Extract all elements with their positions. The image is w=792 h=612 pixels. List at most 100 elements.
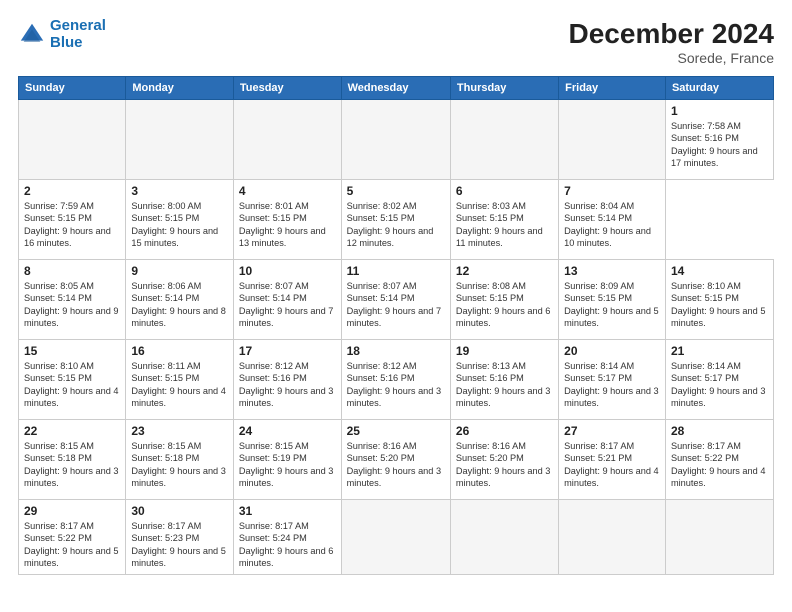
- calendar-cell: 2Sunrise: 7:59 AMSunset: 5:15 PMDaylight…: [19, 180, 126, 260]
- day-info: Sunrise: 8:17 AMSunset: 5:21 PMDaylight:…: [564, 440, 660, 490]
- day-info: Sunrise: 8:15 AMSunset: 5:18 PMDaylight:…: [24, 440, 120, 490]
- calendar-cell: 30 Sunrise: 8:17 AMSunset: 5:23 PMDayligh…: [126, 500, 234, 575]
- day-info: Sunrise: 8:11 AMSunset: 5:15 PMDaylight:…: [131, 360, 228, 410]
- calendar-cell: 20Sunrise: 8:14 AMSunset: 5:17 PMDayligh…: [559, 340, 666, 420]
- day-info: Sunrise: 8:17 AMSunset: 5:23 PMDaylight:…: [131, 520, 228, 570]
- calendar: Sunday Monday Tuesday Wednesday Thursday…: [18, 76, 774, 575]
- calendar-cell: 10 Sunrise: 8:07 AMSunset: 5:14 PMDayligh…: [233, 260, 341, 340]
- calendar-cell: 4 Sunrise: 8:01 AMSunset: 5:15 PMDaylight…: [233, 180, 341, 260]
- day-number: 11: [347, 264, 445, 278]
- calendar-cell: 6 Sunrise: 8:03 AMSunset: 5:15 PMDaylight…: [450, 180, 558, 260]
- calendar-cell: 25 Sunrise: 8:16 AMSunset: 5:20 PMDayligh…: [341, 420, 450, 500]
- day-info: Sunrise: 8:17 AMSunset: 5:22 PMDaylight:…: [671, 440, 768, 490]
- day-info: Sunrise: 8:16 AMSunset: 5:20 PMDaylight:…: [456, 440, 553, 490]
- calendar-cell: [126, 100, 234, 180]
- calendar-cell: 23 Sunrise: 8:15 AMSunset: 5:18 PMDayligh…: [126, 420, 234, 500]
- day-info: Sunrise: 8:07 AMSunset: 5:14 PMDaylight:…: [347, 280, 445, 330]
- calendar-cell: 29 Sunrise: 8:17 AMSunset: 5:22 PMDayligh…: [19, 500, 126, 575]
- calendar-cell: 1 Sunrise: 7:58 AMSunset: 5:16 PMDaylight…: [665, 100, 773, 180]
- day-number: 21: [671, 344, 768, 358]
- calendar-week-0: 1 Sunrise: 7:58 AMSunset: 5:16 PMDaylight…: [19, 100, 774, 180]
- calendar-week-4: 22Sunrise: 8:15 AMSunset: 5:18 PMDayligh…: [19, 420, 774, 500]
- day-info: Sunrise: 8:07 AMSunset: 5:14 PMDaylight:…: [239, 280, 336, 330]
- day-number: 16: [131, 344, 228, 358]
- day-info: Sunrise: 8:12 AMSunset: 5:16 PMDaylight:…: [347, 360, 445, 410]
- day-number: 4: [239, 184, 336, 198]
- day-info: Sunrise: 8:15 AMSunset: 5:19 PMDaylight:…: [239, 440, 336, 490]
- calendar-cell: [341, 500, 450, 575]
- calendar-cell: 12 Sunrise: 8:08 AMSunset: 5:15 PMDayligh…: [450, 260, 558, 340]
- logo: General Blue: [18, 18, 106, 51]
- day-number: 3: [131, 184, 228, 198]
- day-number: 30: [131, 504, 228, 518]
- calendar-cell: 13Sunrise: 8:09 AMSunset: 5:15 PMDayligh…: [559, 260, 666, 340]
- day-number: 29: [24, 504, 120, 518]
- day-info: Sunrise: 8:12 AMSunset: 5:16 PMDaylight:…: [239, 360, 336, 410]
- col-wednesday: Wednesday: [341, 77, 450, 100]
- calendar-week-5: 29 Sunrise: 8:17 AMSunset: 5:22 PMDayligh…: [19, 500, 774, 575]
- day-number: 9: [131, 264, 228, 278]
- calendar-cell: [559, 100, 666, 180]
- day-number: 31: [239, 504, 336, 518]
- day-info: Sunrise: 8:16 AMSunset: 5:20 PMDaylight:…: [347, 440, 445, 490]
- day-number: 10: [239, 264, 336, 278]
- location: Sorede, France: [569, 50, 774, 66]
- day-info: Sunrise: 8:15 AMSunset: 5:18 PMDaylight:…: [131, 440, 228, 490]
- calendar-cell: [559, 500, 666, 575]
- col-thursday: Thursday: [450, 77, 558, 100]
- calendar-cell: 17Sunrise: 8:12 AMSunset: 5:16 PMDayligh…: [233, 340, 341, 420]
- logo-icon: [18, 21, 46, 49]
- day-number: 27: [564, 424, 660, 438]
- day-info: Sunrise: 8:03 AMSunset: 5:15 PMDaylight:…: [456, 200, 553, 250]
- logo-text: General Blue: [50, 18, 106, 51]
- day-info: Sunrise: 8:00 AMSunset: 5:15 PMDaylight:…: [131, 200, 228, 250]
- calendar-cell: 27 Sunrise: 8:17 AMSunset: 5:21 PMDayligh…: [559, 420, 666, 500]
- day-info: Sunrise: 8:09 AMSunset: 5:15 PMDaylight:…: [564, 280, 660, 330]
- day-info: Sunrise: 8:06 AMSunset: 5:14 PMDaylight:…: [131, 280, 228, 330]
- calendar-cell: 14 Sunrise: 8:10 AMSunset: 5:15 PMDayligh…: [665, 260, 773, 340]
- day-info: Sunrise: 8:01 AMSunset: 5:15 PMDaylight:…: [239, 200, 336, 250]
- day-info: Sunrise: 7:59 AMSunset: 5:15 PMDaylight:…: [24, 200, 120, 250]
- day-info: Sunrise: 7:58 AMSunset: 5:16 PMDaylight:…: [671, 120, 768, 170]
- day-info: Sunrise: 8:10 AMSunset: 5:15 PMDaylight:…: [671, 280, 768, 330]
- calendar-cell: 28 Sunrise: 8:17 AMSunset: 5:22 PMDayligh…: [665, 420, 773, 500]
- day-info: Sunrise: 8:02 AMSunset: 5:15 PMDaylight:…: [347, 200, 445, 250]
- calendar-cell: [341, 100, 450, 180]
- col-saturday: Saturday: [665, 77, 773, 100]
- calendar-cell: 18Sunrise: 8:12 AMSunset: 5:16 PMDayligh…: [341, 340, 450, 420]
- day-number: 12: [456, 264, 553, 278]
- day-number: 6: [456, 184, 553, 198]
- day-info: Sunrise: 8:14 AMSunset: 5:17 PMDaylight:…: [564, 360, 660, 410]
- calendar-week-2: 8 Sunrise: 8:05 AMSunset: 5:14 PMDaylight…: [19, 260, 774, 340]
- calendar-cell: 9 Sunrise: 8:06 AMSunset: 5:14 PMDaylight…: [126, 260, 234, 340]
- title-block: December 2024 Sorede, France: [569, 18, 774, 66]
- day-number: 14: [671, 264, 768, 278]
- calendar-cell: [450, 100, 558, 180]
- page: General Blue December 2024 Sorede, Franc…: [0, 0, 792, 612]
- day-info: Sunrise: 8:14 AMSunset: 5:17 PMDaylight:…: [671, 360, 768, 410]
- col-sunday: Sunday: [19, 77, 126, 100]
- calendar-cell: 24Sunrise: 8:15 AMSunset: 5:19 PMDayligh…: [233, 420, 341, 500]
- calendar-header-row: Sunday Monday Tuesday Wednesday Thursday…: [19, 77, 774, 100]
- col-friday: Friday: [559, 77, 666, 100]
- day-info: Sunrise: 8:17 AMSunset: 5:24 PMDaylight:…: [239, 520, 336, 570]
- calendar-cell: 3 Sunrise: 8:00 AMSunset: 5:15 PMDaylight…: [126, 180, 234, 260]
- calendar-cell: 15Sunrise: 8:10 AMSunset: 5:15 PMDayligh…: [19, 340, 126, 420]
- day-number: 28: [671, 424, 768, 438]
- day-info: Sunrise: 8:05 AMSunset: 5:14 PMDaylight:…: [24, 280, 120, 330]
- day-info: Sunrise: 8:17 AMSunset: 5:22 PMDaylight:…: [24, 520, 120, 570]
- calendar-cell: 16 Sunrise: 8:11 AMSunset: 5:15 PMDayligh…: [126, 340, 234, 420]
- day-number: 7: [564, 184, 660, 198]
- day-number: 23: [131, 424, 228, 438]
- calendar-week-3: 15Sunrise: 8:10 AMSunset: 5:15 PMDayligh…: [19, 340, 774, 420]
- day-info: Sunrise: 8:13 AMSunset: 5:16 PMDaylight:…: [456, 360, 553, 410]
- day-number: 8: [24, 264, 120, 278]
- day-number: 25: [347, 424, 445, 438]
- day-number: 1: [671, 104, 768, 118]
- calendar-cell: 26Sunrise: 8:16 AMSunset: 5:20 PMDayligh…: [450, 420, 558, 500]
- day-number: 15: [24, 344, 120, 358]
- calendar-cell: [19, 100, 126, 180]
- calendar-cell: [665, 500, 773, 575]
- day-info: Sunrise: 8:08 AMSunset: 5:15 PMDaylight:…: [456, 280, 553, 330]
- calendar-cell: 31 Sunrise: 8:17 AMSunset: 5:24 PMDayligh…: [233, 500, 341, 575]
